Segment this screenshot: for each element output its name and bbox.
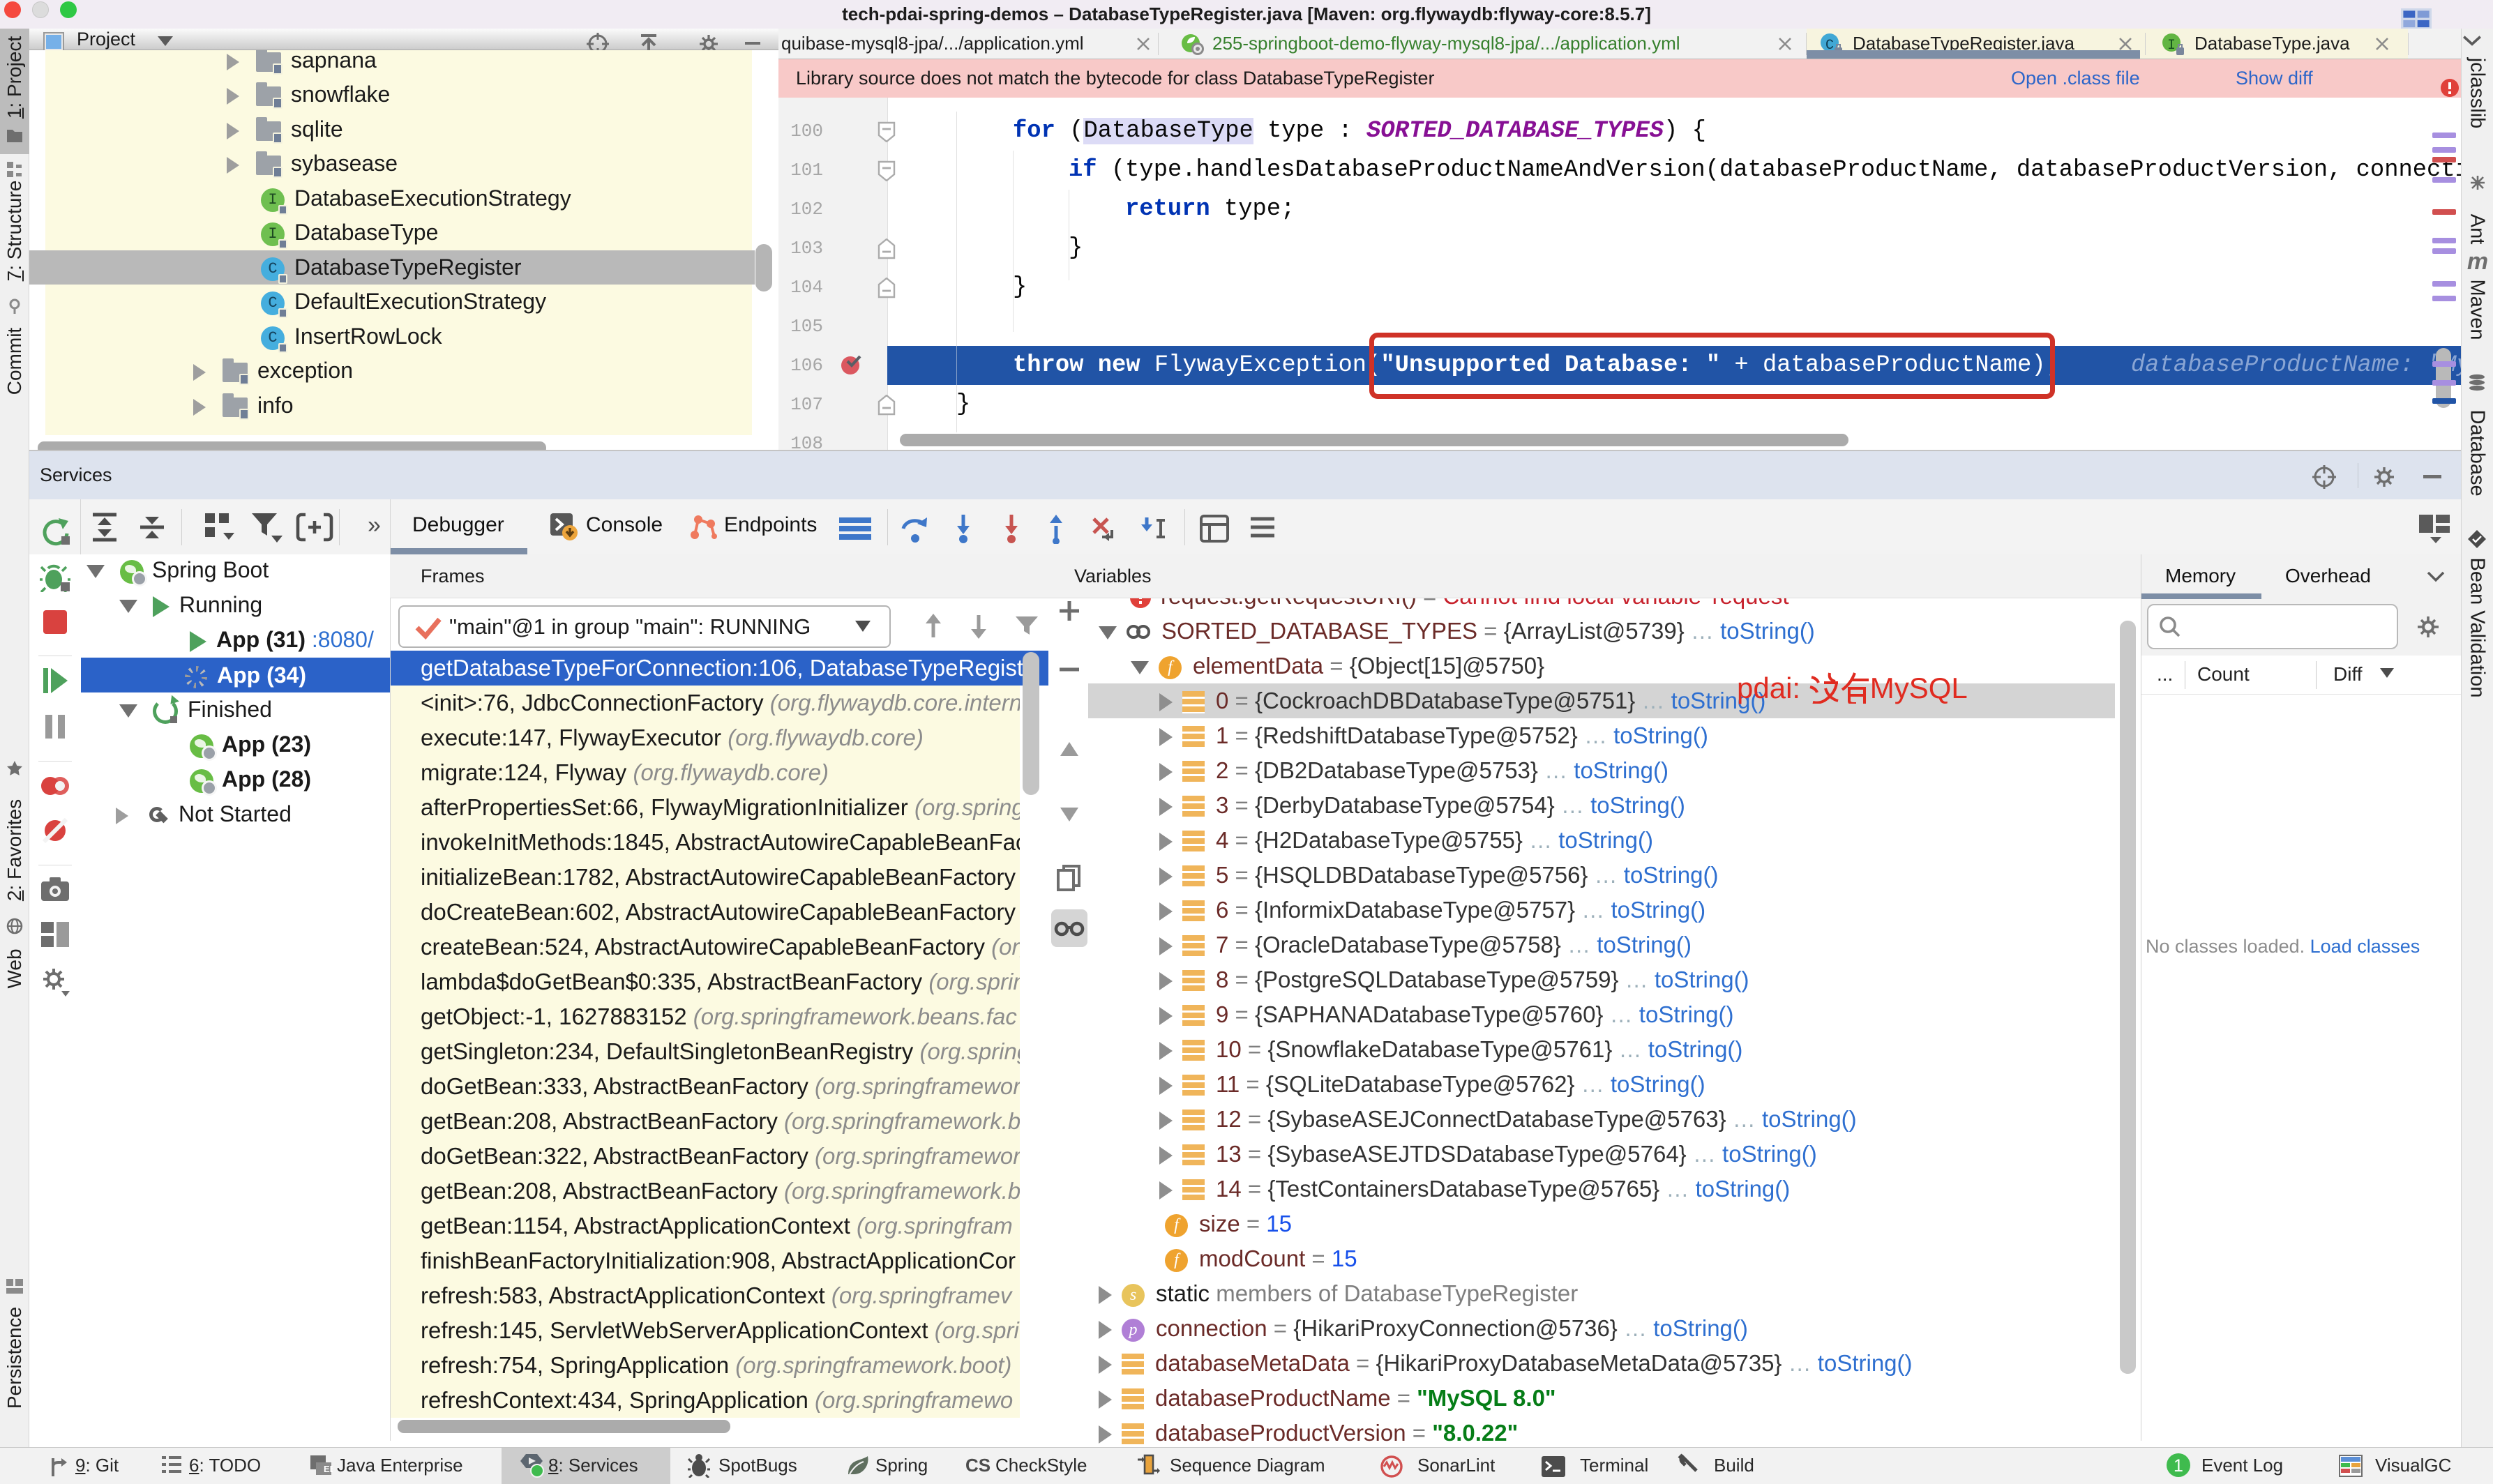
svg-text:1: 1: [2174, 1456, 2183, 1476]
svg-text:EE: EE: [324, 1464, 333, 1474]
svg-text:I: I: [2167, 38, 2176, 54]
